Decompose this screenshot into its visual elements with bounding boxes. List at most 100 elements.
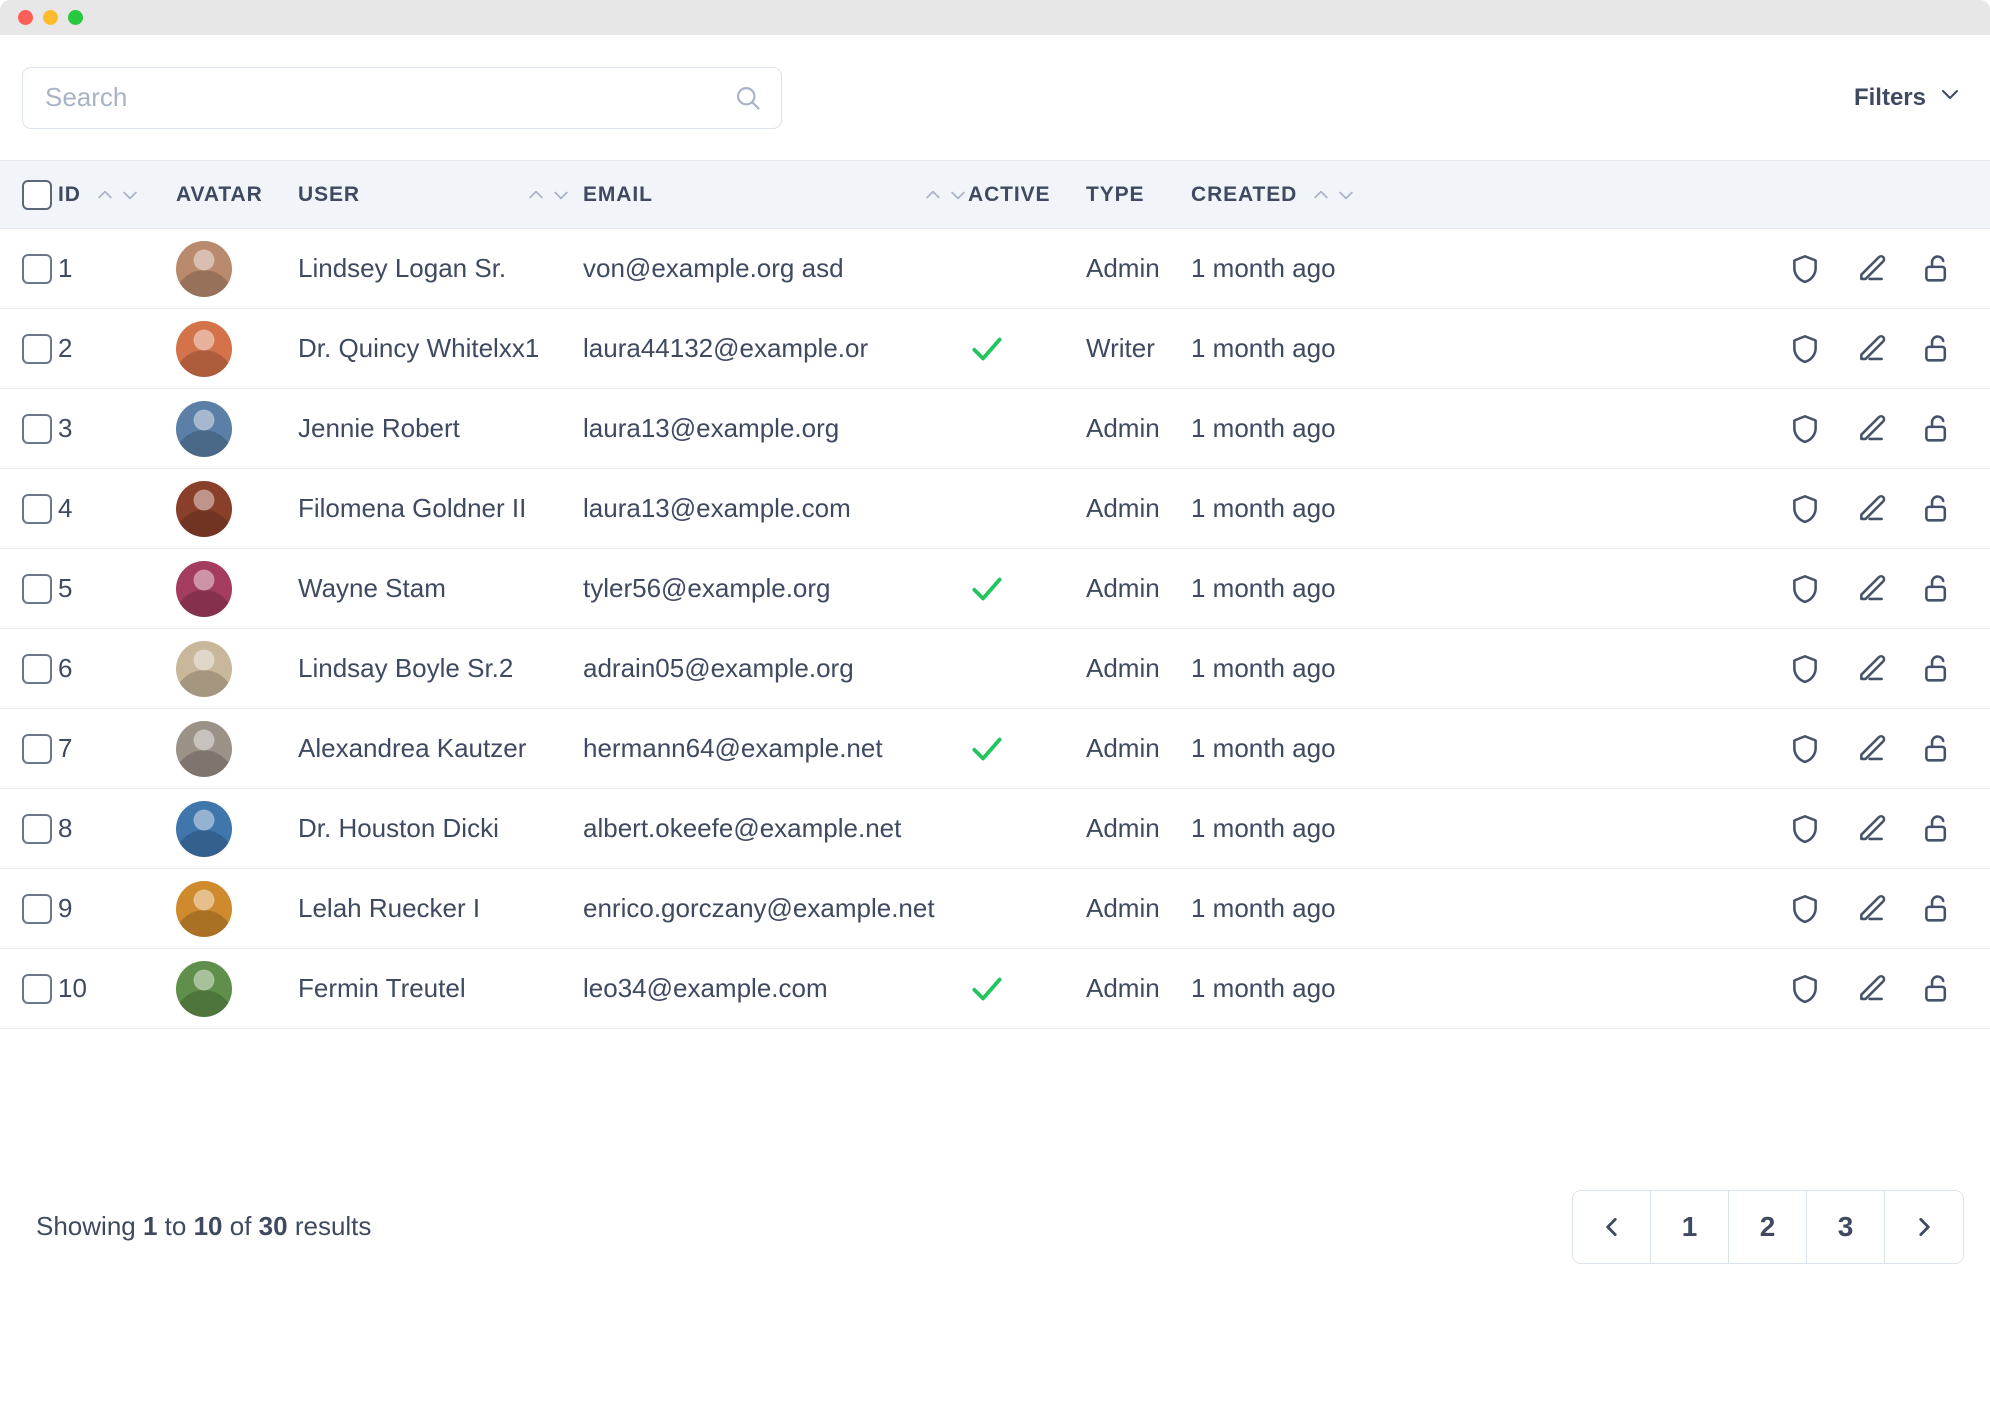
unlock-icon[interactable] [1920, 732, 1954, 766]
pencil-icon[interactable] [1854, 892, 1888, 926]
table-row[interactable]: 9 Lelah Ruecker Ienrico.gorczany@example.… [0, 868, 1990, 949]
cell-type: Writer [1086, 308, 1191, 389]
sort-desc-icon[interactable] [551, 185, 571, 205]
unlock-icon[interactable] [1920, 972, 1954, 1006]
select-all-checkbox[interactable] [22, 179, 52, 210]
table-row[interactable]: 10 Fermin Treutel leo34@example.com Admin 1 … [0, 948, 1990, 1029]
pagination-page-1[interactable]: 1 [1651, 1190, 1729, 1263]
row-select-cell [0, 708, 58, 789]
sort-controls-user[interactable] [526, 185, 571, 205]
row-checkbox[interactable] [22, 253, 52, 284]
table-row[interactable]: 1 Lindsey Logan Sr. von@example.org asd Adm… [0, 228, 1990, 309]
unlock-icon[interactable] [1920, 492, 1954, 526]
sort-desc-icon[interactable] [948, 185, 968, 205]
cell-active [968, 628, 1086, 709]
avatar [176, 320, 232, 377]
pencil-icon[interactable] [1854, 492, 1888, 526]
sort-controls-email[interactable] [923, 185, 968, 205]
table-row[interactable]: 6 Lindsay Boyle Sr.2 adrain05@example.org A… [0, 628, 1990, 709]
pagination-page-label: 3 [1837, 1210, 1854, 1242]
row-checkbox[interactable] [22, 733, 52, 764]
pencil-icon[interactable] [1854, 652, 1888, 686]
sort-desc-icon[interactable] [120, 185, 140, 205]
unlock-icon[interactable] [1920, 252, 1954, 286]
pencil-icon[interactable] [1854, 732, 1888, 766]
pencil-icon[interactable] [1854, 812, 1888, 846]
close-button[interactable] [18, 10, 33, 25]
pagination-prev[interactable] [1573, 1190, 1651, 1263]
unlock-icon[interactable] [1920, 572, 1954, 606]
sort-asc-icon[interactable] [95, 185, 115, 205]
row-select-cell [0, 948, 58, 1029]
shield-icon[interactable] [1788, 892, 1822, 926]
shield-icon[interactable] [1788, 972, 1822, 1006]
row-checkbox[interactable] [22, 813, 52, 844]
header-id[interactable]: ID [58, 160, 176, 229]
unlock-icon[interactable] [1920, 332, 1954, 366]
header-select-all [0, 160, 58, 229]
pencil-icon[interactable] [1854, 572, 1888, 606]
row-checkbox[interactable] [22, 653, 52, 684]
cell-created: 1 month ago [1191, 948, 1406, 1029]
table-row[interactable]: 3 Jennie Robert laura13@example.org Admin 1 … [0, 388, 1990, 469]
sort-controls-created[interactable] [1311, 185, 1356, 205]
cell-id: 2 [58, 308, 176, 389]
table-row[interactable]: 5 Wayne Stam tyler56@example.org Admin 1 mon… [0, 548, 1990, 629]
sort-asc-icon[interactable] [923, 185, 943, 205]
sort-desc-icon[interactable] [1336, 185, 1356, 205]
filters-button[interactable]: Filters [1854, 82, 1962, 113]
shield-icon[interactable] [1788, 332, 1822, 366]
pencil-icon[interactable] [1854, 252, 1888, 286]
unlock-icon[interactable] [1920, 892, 1954, 926]
header-type-label: TYPE [1086, 182, 1145, 206]
header-type: TYPE [1086, 160, 1191, 229]
pagination-page-3[interactable]: 3 [1807, 1190, 1885, 1263]
pencil-icon[interactable] [1854, 332, 1888, 366]
header-created[interactable]: CREATED [1191, 160, 1406, 229]
table-row[interactable]: 4 Filomena Goldner II laura13@example.com A… [0, 468, 1990, 549]
table-row[interactable]: 8 Dr. Houston Dicki albert.okeefe@example.… [0, 788, 1990, 869]
row-select-cell [0, 388, 58, 469]
pagination-page-2[interactable]: 2 [1729, 1190, 1807, 1263]
avatar [176, 480, 232, 537]
search-input[interactable] [22, 66, 782, 129]
table-row[interactable]: 7 Alexandrea Kautzer hermann64@example.net… [0, 708, 1990, 789]
sort-controls-id[interactable] [95, 185, 140, 205]
pencil-icon[interactable] [1854, 412, 1888, 446]
shield-icon[interactable] [1788, 732, 1822, 766]
unlock-icon[interactable] [1920, 652, 1954, 686]
pencil-icon[interactable] [1854, 972, 1888, 1006]
row-action-group [1406, 492, 1990, 526]
shield-icon[interactable] [1788, 252, 1822, 286]
cell-email: leo34@example.com [583, 948, 968, 1029]
cell-type: Admin [1086, 468, 1191, 549]
unlock-icon[interactable] [1920, 812, 1954, 846]
shield-icon[interactable] [1788, 812, 1822, 846]
chevron-down-icon [1938, 82, 1962, 113]
row-checkbox[interactable] [22, 973, 52, 1004]
row-checkbox[interactable] [22, 413, 52, 444]
cell-type: Admin [1086, 228, 1191, 309]
shield-icon[interactable] [1788, 412, 1822, 446]
row-checkbox[interactable] [22, 493, 52, 524]
table-row[interactable]: 2 Dr. Quincy Whitelxx1 laura44132@example.… [0, 308, 1990, 389]
chevron-right-icon [1919, 1217, 1930, 1236]
header-user[interactable]: USER [298, 160, 583, 229]
header-email[interactable]: EMAIL [583, 160, 968, 229]
unlock-icon[interactable] [1920, 412, 1954, 446]
cell-type: Admin [1086, 628, 1191, 709]
row-checkbox[interactable] [22, 573, 52, 604]
shield-icon[interactable] [1788, 572, 1822, 606]
shield-icon[interactable] [1788, 492, 1822, 526]
minimize-button[interactable] [43, 10, 58, 25]
row-checkbox[interactable] [22, 893, 52, 924]
pagination-next[interactable] [1885, 1190, 1963, 1263]
sort-asc-icon[interactable] [526, 185, 546, 205]
sort-asc-icon[interactable] [1311, 185, 1331, 205]
cell-id: 1 [58, 228, 176, 309]
maximize-button[interactable] [68, 10, 83, 25]
row-checkbox[interactable] [22, 333, 52, 364]
cell-created: 1 month ago [1191, 388, 1406, 469]
shield-icon[interactable] [1788, 652, 1822, 686]
row-select-cell [0, 308, 58, 389]
